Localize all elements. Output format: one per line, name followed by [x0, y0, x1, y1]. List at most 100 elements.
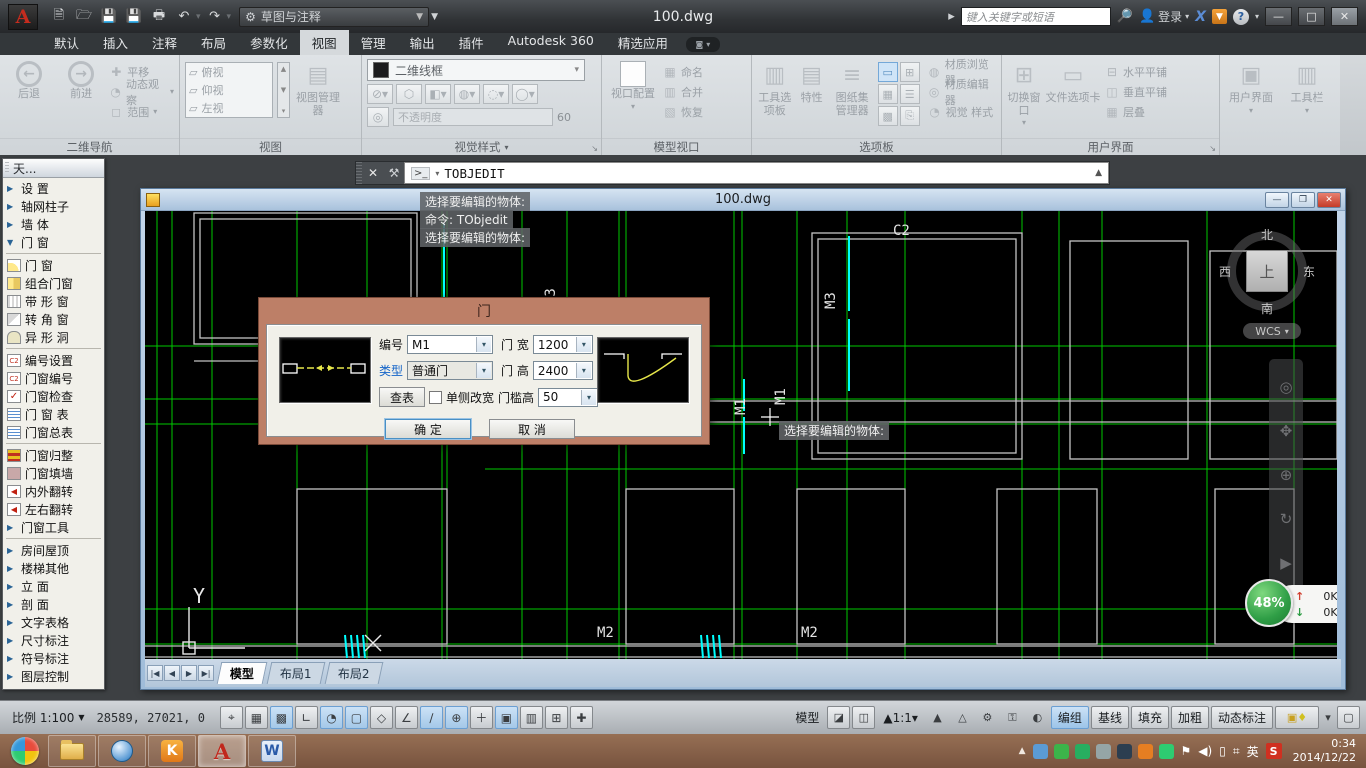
drawing-window-titlebar[interactable]: 100.dwg — ❐ ✕ [141, 189, 1345, 211]
tile-horizontal-button[interactable]: ⊟水平平铺 [1105, 62, 1167, 81]
vs-shaded-icon[interactable]: ◧▾ [425, 84, 451, 104]
status-toggle-12[interactable]: ▥ [520, 706, 543, 729]
view-manager-button[interactable]: ▤ 视图管理器 [294, 59, 342, 117]
layout1-icon[interactable]: ◪ [827, 706, 850, 729]
status-toggle-4[interactable]: ◔ [320, 706, 343, 729]
viewcube-north[interactable]: 北 [1261, 226, 1273, 243]
tray-expand-icon[interactable]: ▲ [1019, 746, 1026, 756]
zoom-forward-button[interactable]: → 前进 [57, 59, 105, 101]
view-list-item-2[interactable]: ▱左视 [186, 99, 272, 117]
reference-palette-icon[interactable]: ☰ [900, 84, 920, 104]
chevron-right-icon[interactable]: ▶ [7, 582, 17, 591]
tray-icon-5[interactable] [1138, 744, 1153, 759]
layout-tab-0[interactable]: 模型 [217, 662, 268, 684]
tile-vertical-button[interactable]: ◫垂直平铺 [1105, 82, 1167, 101]
markup-palette-icon[interactable]: ▩ [878, 106, 898, 126]
drawing-minimize-button[interactable]: — [1265, 192, 1289, 208]
ribbon-tab-0[interactable]: 默认 [42, 30, 91, 55]
sidebar-item-18[interactable]: 门窗填墙 [3, 464, 104, 482]
status-toggle-11[interactable]: ▣ [495, 706, 518, 729]
plot-icon[interactable]: 🖶 [148, 7, 170, 27]
speed-widget[interactable]: ↑0K/s ↓0K/s 48% [1245, 579, 1337, 627]
wcs-dropdown[interactable]: WCS▾ [1243, 323, 1301, 339]
save-as-icon[interactable]: 💾 [123, 7, 145, 27]
nav-orbit-icon[interactable]: ↻ [1280, 510, 1293, 528]
viewcube-east[interactable]: 东 [1303, 263, 1315, 280]
status-dropdown-icon[interactable]: ▾ [1321, 706, 1335, 729]
tab-last-icon[interactable]: ▶| [198, 665, 214, 681]
single-side-label[interactable]: 单侧改宽 [446, 389, 494, 406]
network-icon[interactable]: ⌗ [1233, 744, 1240, 759]
minimize-button[interactable]: — [1265, 7, 1292, 26]
tray-icon-1[interactable] [1054, 744, 1069, 759]
sidebar-item-20[interactable]: ◀左右翻转 [3, 500, 104, 518]
single-side-checkbox[interactable] [429, 391, 442, 404]
layout-tab-1[interactable]: 布局1 [267, 662, 325, 684]
door-number-select[interactable]: M1▾ [407, 335, 493, 354]
ok-button[interactable]: 确 定 [385, 419, 471, 439]
sidebar-item-19[interactable]: ◀内外翻转 [3, 482, 104, 500]
status-toggle-2[interactable]: ▩ [270, 706, 293, 729]
tarch-toggle-3[interactable]: 加粗 [1171, 706, 1209, 729]
ribbon-tab-10[interactable]: 精选应用 [606, 30, 680, 55]
cancel-button[interactable]: 取 消 [489, 419, 575, 439]
sidebar-item-1[interactable]: ▶轴网柱子 [3, 197, 104, 215]
workspace-dropdown[interactable]: ⚙ 草图与注释 ▼ [239, 7, 429, 27]
status-toggle-1[interactable]: ▦ [245, 706, 268, 729]
battery-icon[interactable]: ▯ [1219, 744, 1226, 758]
status-toggle-13[interactable]: ⊞ [545, 706, 568, 729]
sidebar-item-15[interactable]: 门窗总表 [3, 423, 104, 441]
tab-first-icon[interactable]: |◀ [147, 665, 163, 681]
sogou-icon[interactable]: S [1266, 743, 1282, 759]
sidebar-item-30[interactable]: ▶图层控制 [3, 667, 104, 685]
door-sill-select[interactable]: 50▾ [538, 388, 598, 407]
tarch-palette-header[interactable]: 天... [3, 159, 104, 178]
command-close-icon[interactable]: ✕ [362, 162, 384, 184]
command-line-palette-icon[interactable]: ▭ [878, 62, 898, 82]
door-elevation-preview[interactable] [597, 337, 689, 403]
ribbon-tab-4[interactable]: 参数化 [238, 30, 300, 55]
tray-icon-3[interactable] [1096, 744, 1111, 759]
help-icon[interactable]: ? [1233, 9, 1249, 25]
flag-icon[interactable]: ⚑ [1181, 744, 1192, 758]
chevron-right-icon[interactable]: ▶ [7, 564, 17, 573]
properties-button[interactable]: ▤ 特性 [797, 59, 827, 105]
sidebar-item-12[interactable]: C2门窗编号 [3, 369, 104, 387]
tray-icon-6[interactable] [1159, 744, 1174, 759]
maximize-button[interactable]: □ [1298, 7, 1325, 26]
vs-realistic-icon[interactable]: ◍▾ [454, 84, 480, 104]
tarch-toggle-2[interactable]: 填充 [1131, 706, 1169, 729]
sidebar-item-14[interactable]: 门 窗 表 [3, 405, 104, 423]
count-palette-icon[interactable]: ⊞ [900, 62, 920, 82]
door-height-select[interactable]: 2400▾ [533, 361, 593, 380]
sidebar-item-9[interactable]: 异 形 洞 [3, 328, 104, 346]
cascade-button[interactable]: ▦层叠 [1105, 102, 1167, 121]
viewport-restore-button[interactable]: ▧恢复 [663, 102, 703, 121]
materials-editor-button[interactable]: ◎材质编辑器 [928, 82, 996, 101]
chevron-right-icon[interactable]: ▶ [7, 636, 17, 645]
view-list-item-0[interactable]: ▱俯视 [186, 63, 272, 81]
viewport-config-button[interactable]: 视口配置▾ [607, 59, 659, 111]
search-input[interactable]: 键入关键字或短语 [961, 7, 1111, 26]
door-width-select[interactable]: 1200▾ [533, 335, 593, 354]
status-toggle-9[interactable]: ⊕ [445, 706, 468, 729]
sidebar-item-21[interactable]: ▶门窗工具 [3, 518, 104, 536]
undo-dropdown-icon[interactable]: ▾ [196, 12, 201, 22]
command-input[interactable]: >_ ▾ TOBJEDIT ▲ [404, 162, 1109, 184]
tarch-toggle-4[interactable]: 动态标注 [1211, 706, 1273, 729]
open-folder-icon[interactable]: 🗁 [73, 7, 95, 27]
status-toggle-3[interactable]: ∟ [295, 706, 318, 729]
sidebar-item-24[interactable]: ▶楼梯其他 [3, 559, 104, 577]
opacity-icon[interactable]: ◎ [367, 107, 389, 127]
sidebar-item-11[interactable]: C2编号设置 [3, 351, 104, 369]
workspace-gear-icon[interactable]: ⚙ [976, 706, 999, 729]
ime-indicator[interactable]: 英 [1247, 743, 1259, 760]
command-wrench-icon[interactable]: ⚒ [384, 162, 404, 184]
viewport-join-button[interactable]: ▥合并 [663, 82, 703, 101]
nav-pan-icon[interactable]: ✥ [1280, 422, 1293, 440]
tarch-status-icons[interactable]: ▣♦ [1275, 706, 1319, 729]
tarch-toggle-0[interactable]: 编组 [1051, 706, 1089, 729]
door-type-label[interactable]: 类型 [379, 362, 403, 379]
viewcube[interactable]: 北 南 西 东 上 [1225, 229, 1309, 313]
start-button[interactable] [8, 736, 42, 766]
